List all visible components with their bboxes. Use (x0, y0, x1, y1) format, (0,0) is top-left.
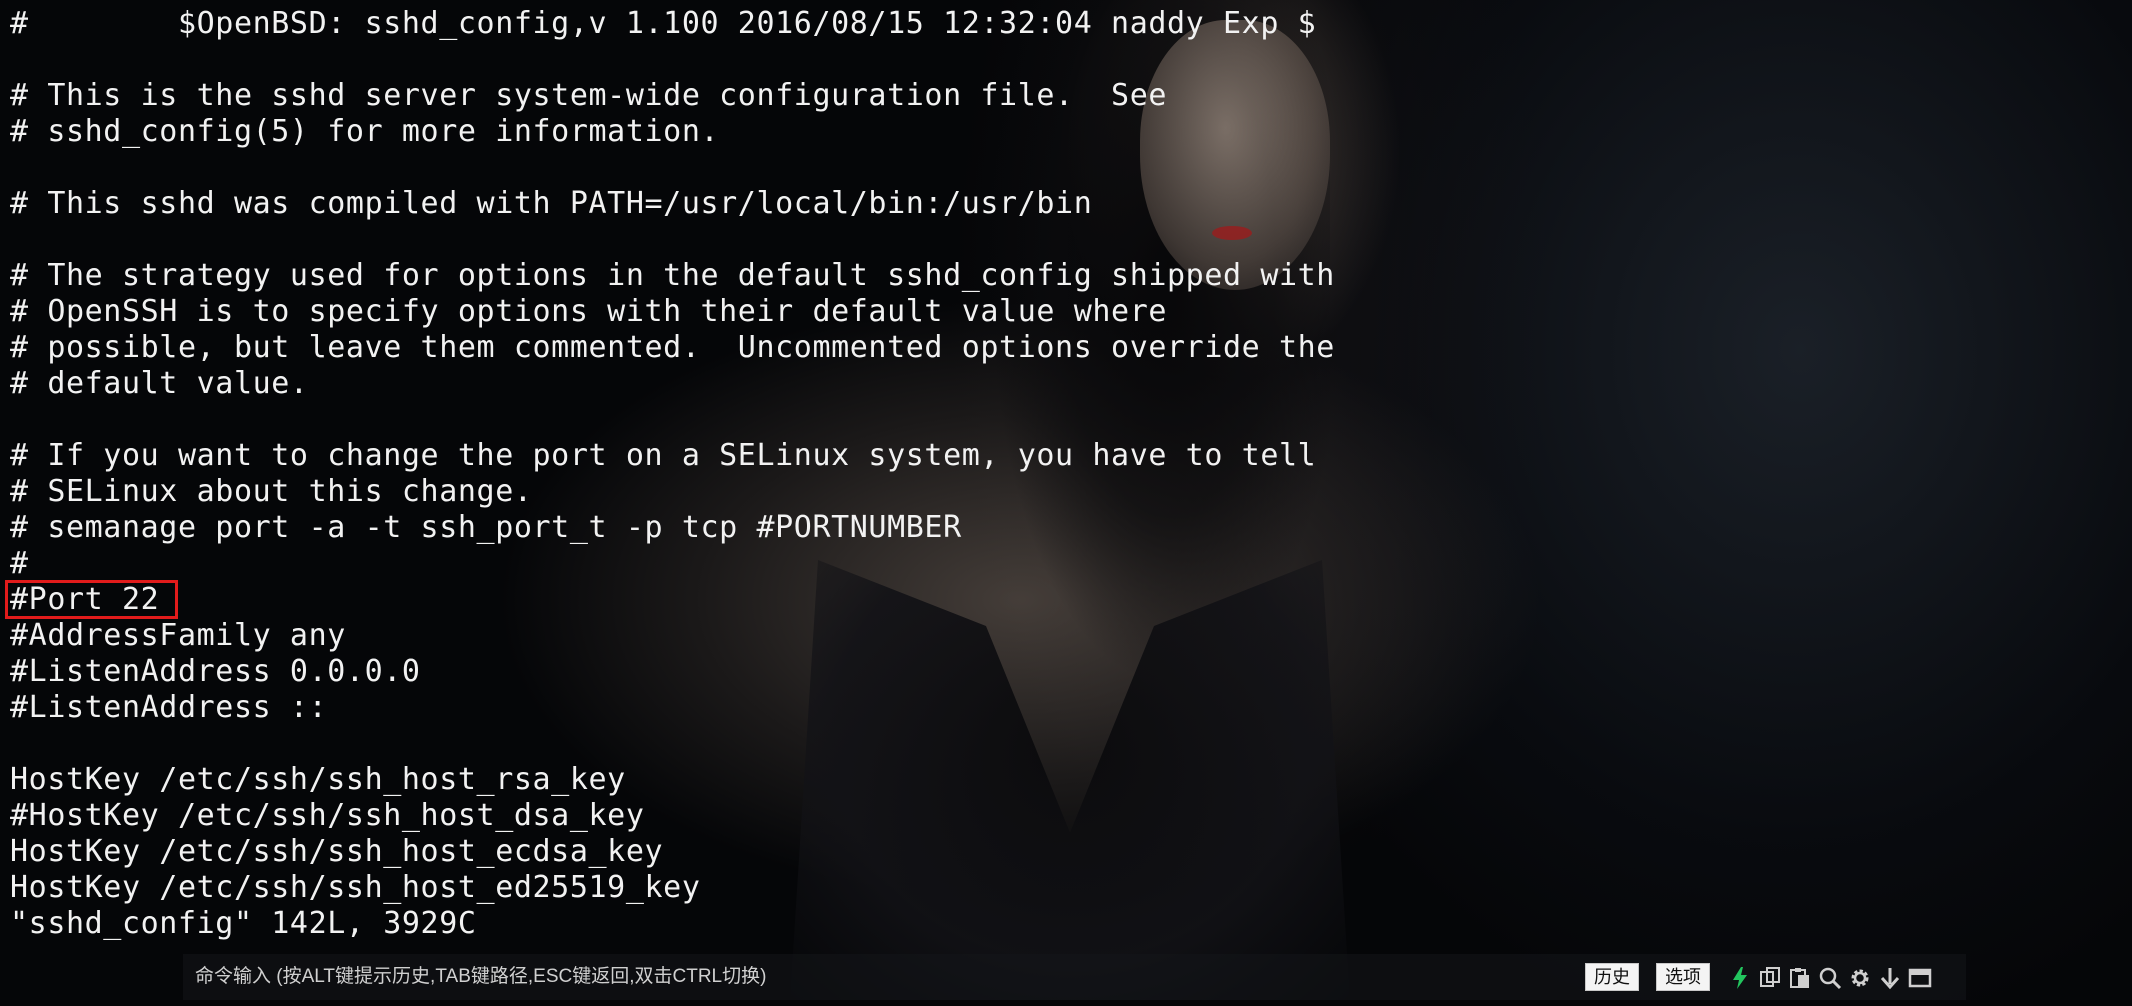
terminal-line: #ListenAddress 0.0.0.0 (10, 654, 421, 689)
copy-icon[interactable] (1758, 966, 1782, 990)
terminal-line: # default value. (10, 366, 309, 401)
port-highlight-box (5, 580, 178, 619)
terminal-line: # (10, 546, 29, 581)
terminal-output[interactable]: # $OpenBSD: sshd_config,v 1.100 2016/08/… (0, 0, 2132, 950)
terminal-line: # The strategy used for options in the d… (10, 258, 1335, 293)
terminal-window: # $OpenBSD: sshd_config,v 1.100 2016/08/… (0, 0, 2132, 1006)
terminal-line: # OpenSSH is to specify options with the… (10, 294, 1168, 329)
terminal-line: #HostKey /etc/ssh/ssh_host_dsa_key (10, 798, 645, 833)
terminal-line: # possible, but leave them commented. Un… (10, 330, 1335, 365)
terminal-line: #ListenAddress :: (10, 690, 328, 725)
history-button[interactable]: 历史 (1585, 963, 1639, 991)
status-line: "sshd_config" 142L, 3929C (10, 906, 477, 941)
lightning-icon[interactable] (1728, 966, 1752, 990)
terminal-line: # SELinux about this change. (10, 474, 533, 509)
gear-icon[interactable] (1848, 966, 1872, 990)
terminal-line: HostKey /etc/ssh/ssh_host_ecdsa_key (10, 834, 664, 869)
terminal-line: HostKey /etc/ssh/ssh_host_ed25519_key (10, 870, 701, 905)
terminal-line: # This is the sshd server system-wide co… (10, 78, 1168, 113)
command-input[interactable] (195, 954, 1575, 1000)
terminal-line: # If you want to change the port on a SE… (10, 438, 1317, 473)
terminal-line: #AddressFamily any (10, 618, 346, 653)
options-button[interactable]: 选项 (1656, 963, 1710, 991)
paste-icon[interactable] (1788, 966, 1812, 990)
terminal-line: HostKey /etc/ssh/ssh_host_rsa_key (10, 762, 626, 797)
terminal-line: # This sshd was compiled with PATH=/usr/… (10, 186, 1093, 221)
terminal-line: # $OpenBSD: sshd_config,v 1.100 2016/08/… (10, 6, 1317, 41)
terminal-line: # semanage port -a -t ssh_port_t -p tcp … (10, 510, 962, 545)
terminal-line: # sshd_config(5) for more information. (10, 114, 720, 149)
window-icon[interactable] (1908, 966, 1932, 990)
search-icon[interactable] (1818, 966, 1842, 990)
command-bar: 历史 选项 (183, 954, 1966, 1000)
download-icon[interactable] (1878, 966, 1902, 990)
